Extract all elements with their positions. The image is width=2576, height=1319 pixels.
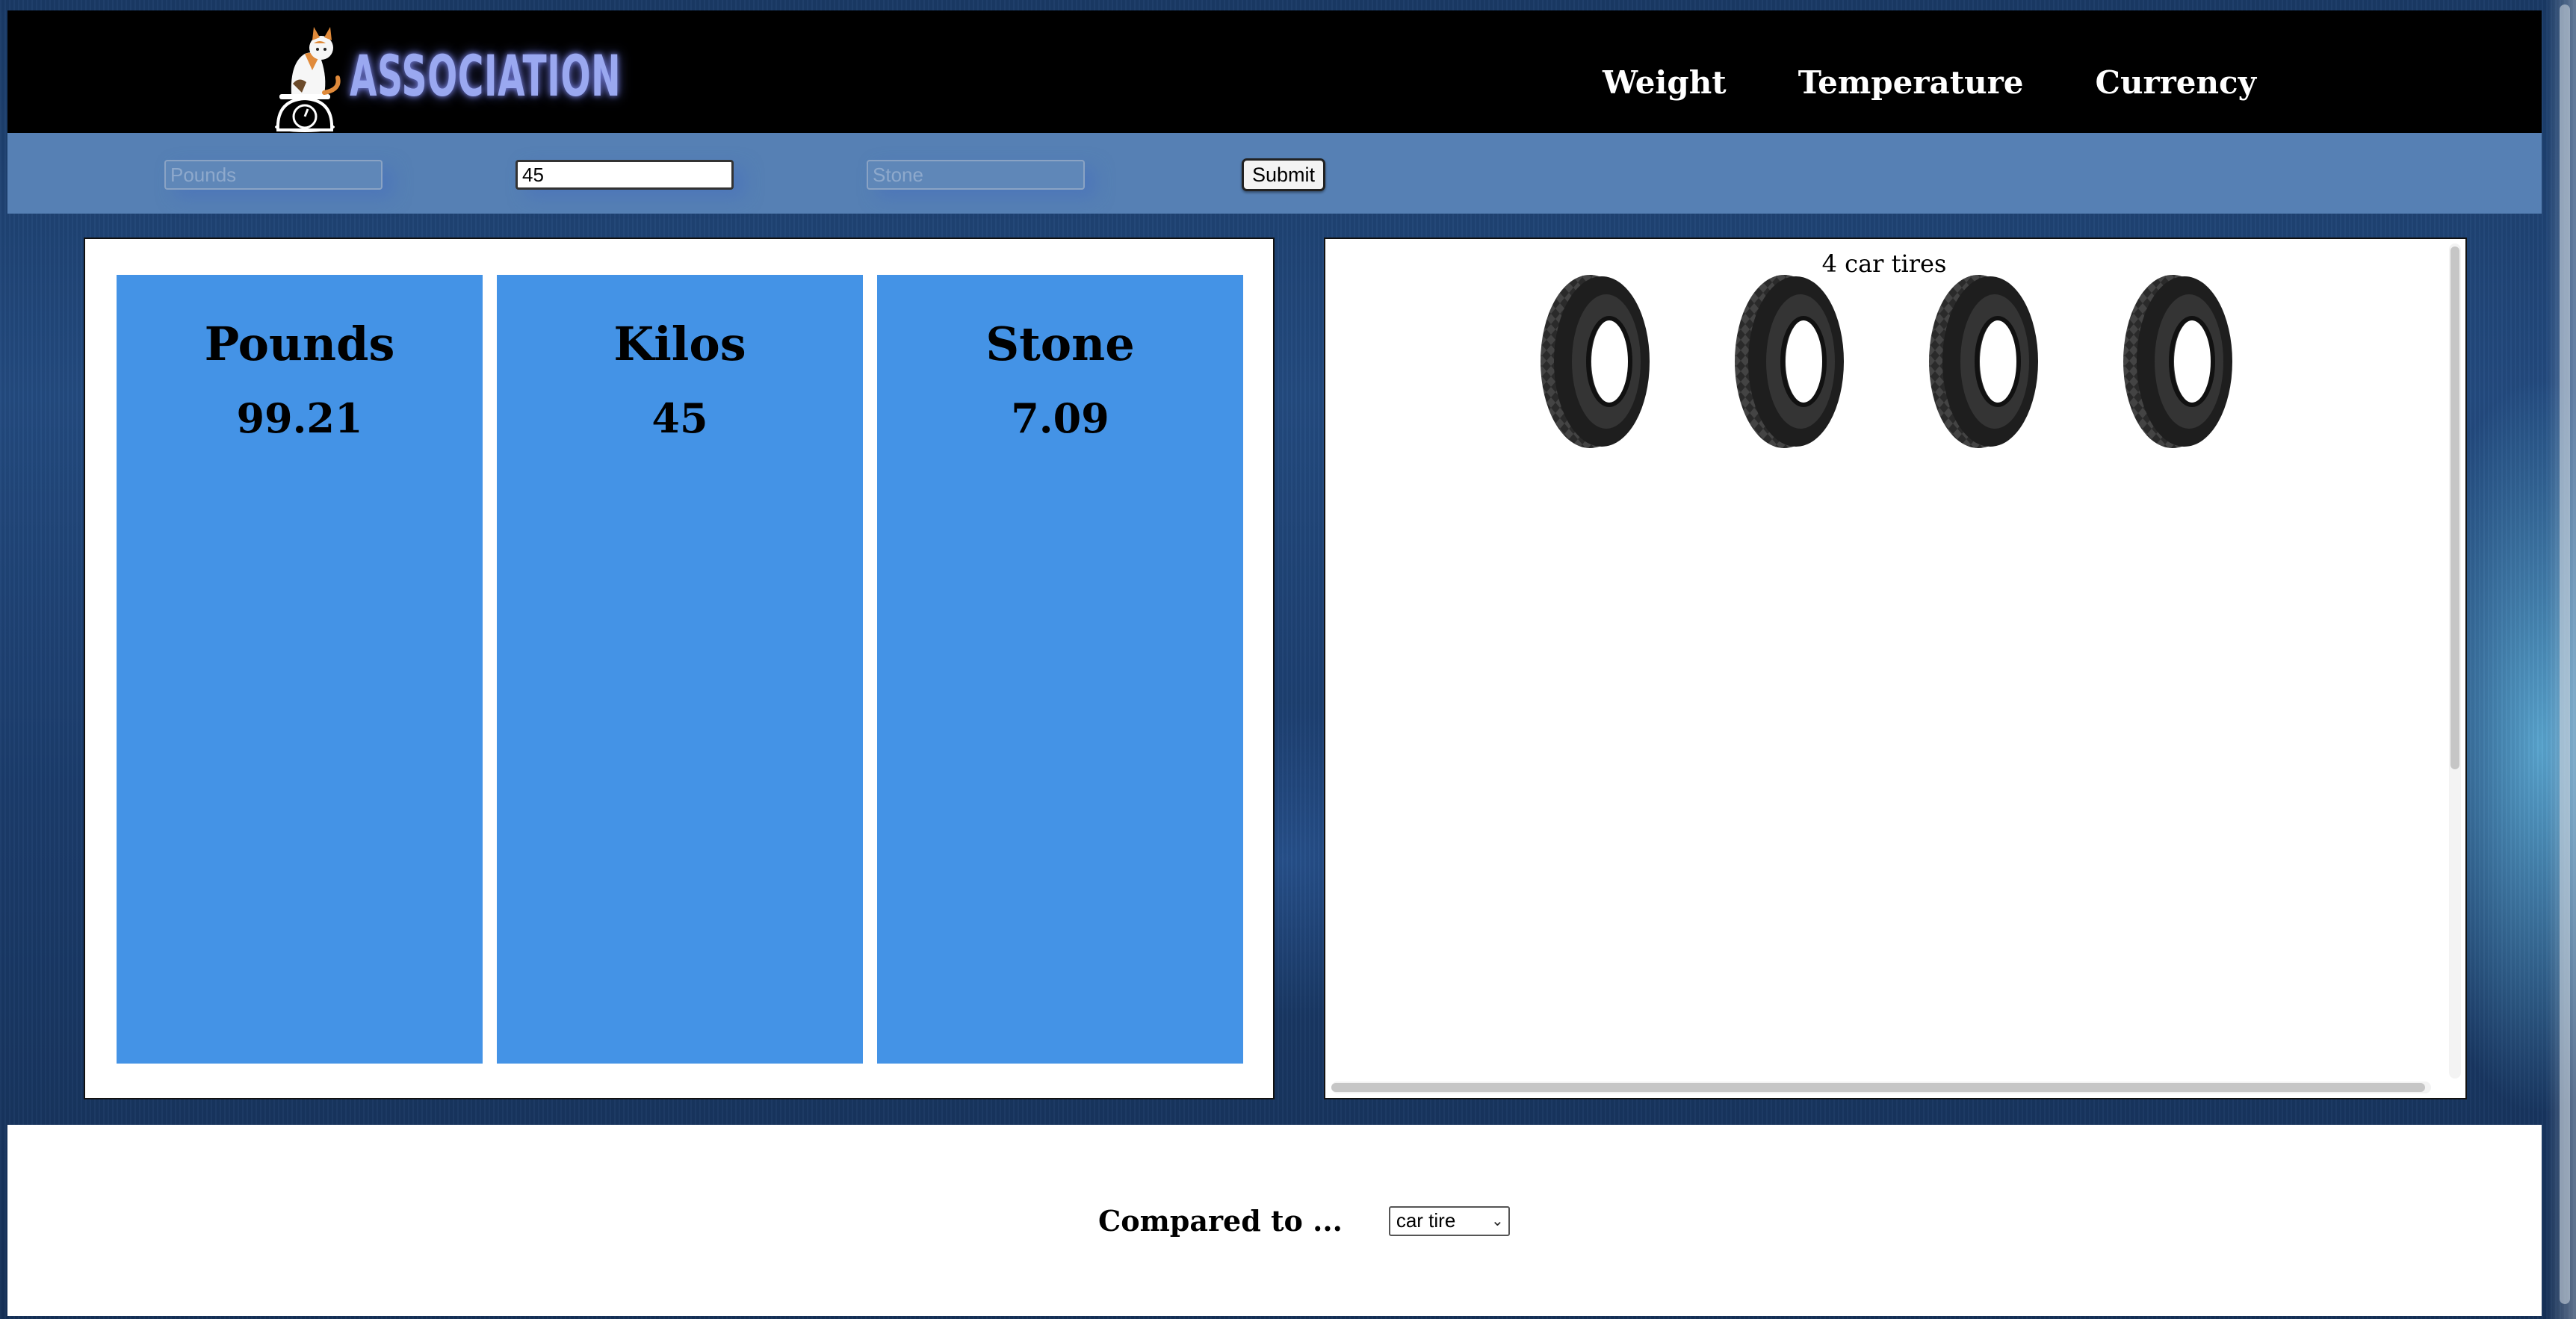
kilos-input[interactable] <box>515 160 734 190</box>
page-scrollbar[interactable] <box>2546 0 2576 1319</box>
main-nav: Weight Temperature Currency <box>1603 61 2256 105</box>
kilos-result-value: 45 <box>651 394 708 443</box>
tire-icon <box>1541 275 1650 448</box>
submit-button[interactable]: Submit <box>1242 158 1325 191</box>
comparison-select-value: car tire <box>1396 1209 1456 1232</box>
page-scroll-thumb[interactable] <box>2560 4 2570 1304</box>
results-panel: Pounds 99.21 Kilos 45 Stone 7.09 <box>84 238 1275 1099</box>
conversion-form: Submit <box>7 133 2542 214</box>
logo-text: ASSOCIATION <box>350 43 622 109</box>
comparison-panel[interactable]: 4 car tires <box>1324 238 2467 1099</box>
pounds-result-label: Pounds <box>204 317 395 371</box>
vertical-scroll-thumb[interactable] <box>2450 246 2459 769</box>
horizontal-scrollbar[interactable] <box>1331 1081 2431 1093</box>
tire-icon <box>1735 275 1844 448</box>
tire-icon <box>2123 275 2232 448</box>
pounds-result-card: Pounds 99.21 <box>117 275 483 1064</box>
stone-result-card: Stone 7.09 <box>877 275 1243 1064</box>
site-header: ASSOCIATION Weight Temperature Currency <box>7 10 2542 133</box>
compare-row: Compared to ... car tire ⌄ <box>1098 1204 1510 1238</box>
nav-weight[interactable]: Weight <box>1603 61 1727 105</box>
compared-to-label: Compared to ... <box>1098 1204 1343 1238</box>
vertical-scrollbar[interactable] <box>2449 243 2461 1079</box>
nav-temperature[interactable]: Temperature <box>1798 61 2024 105</box>
kilos-result-label: Kilos <box>613 317 746 371</box>
stone-input[interactable] <box>867 160 1085 190</box>
association-logo[interactable]: ASSOCIATION <box>269 18 622 137</box>
comparison-select[interactable]: car tire ⌄ <box>1388 1205 1510 1236</box>
stone-result-label: Stone <box>985 317 1135 371</box>
stone-result-value: 7.09 <box>1011 394 1109 443</box>
tire-row <box>1538 272 2234 451</box>
cat-on-scale-icon <box>275 27 341 132</box>
comparison-footer: Compared to ... car tire ⌄ <box>7 1125 2542 1316</box>
chevron-down-icon: ⌄ <box>1491 1213 1504 1229</box>
tire-icon <box>1929 275 2038 448</box>
pounds-input[interactable] <box>164 160 383 190</box>
nav-currency[interactable]: Currency <box>2096 61 2256 105</box>
kilos-result-card: Kilos 45 <box>497 275 863 1064</box>
horizontal-scroll-thumb[interactable] <box>1331 1083 2425 1092</box>
pounds-result-value: 99.21 <box>236 394 363 443</box>
